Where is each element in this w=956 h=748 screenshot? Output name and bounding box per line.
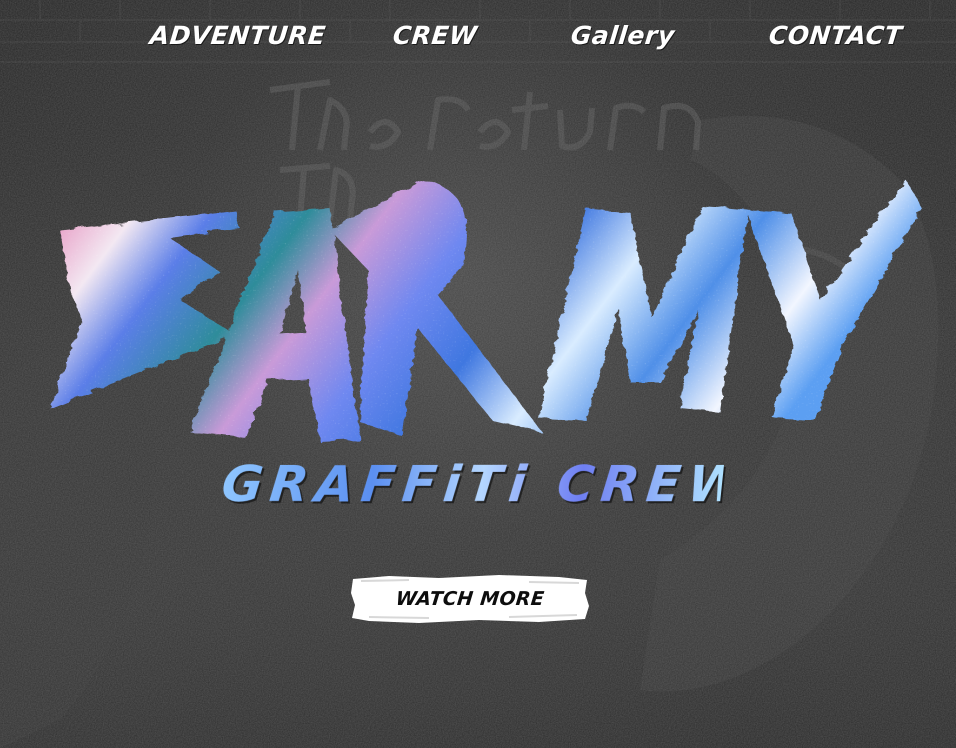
top-navigation: ADVENTURE CREW Gallery CONTACT: [0, 0, 956, 72]
watch-more-button[interactable]: WATCH MORE: [349, 573, 591, 625]
nav-link-crew[interactable]: CREW: [391, 18, 479, 54]
watch-more-label: WATCH MORE: [394, 588, 546, 610]
hero-section: ADVENTURE CREW Gallery CONTACT GRAFFiTi …: [0, 0, 956, 748]
nav-link-contact[interactable]: CONTACT: [767, 18, 904, 54]
hero-subtitle: GRAFFiTi CREW: [219, 452, 753, 516]
graffiti-logo: [30, 150, 930, 450]
nav-link-adventure[interactable]: ADVENTURE: [148, 18, 328, 54]
nav-link-gallery[interactable]: Gallery: [569, 18, 677, 54]
